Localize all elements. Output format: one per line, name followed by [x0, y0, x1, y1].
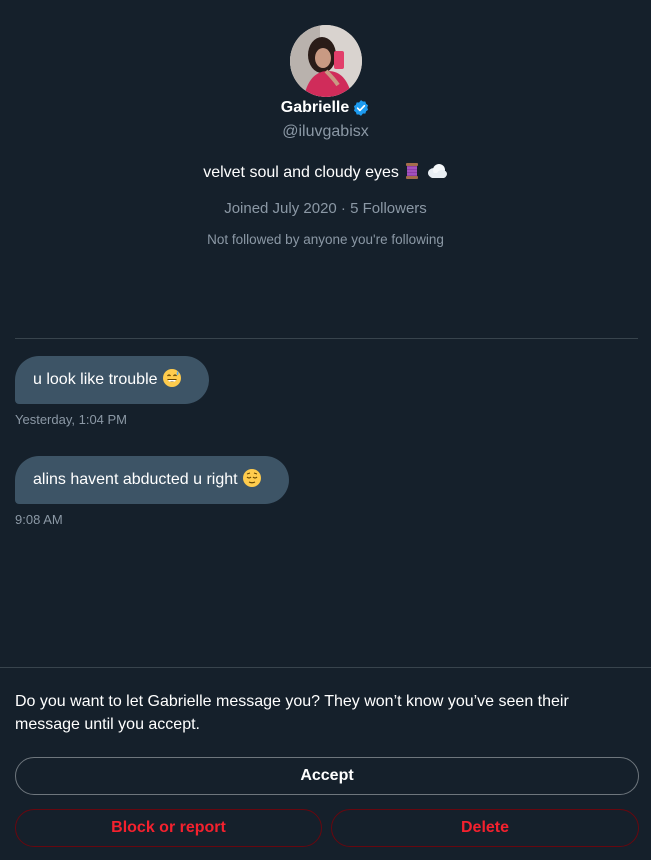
message-request-prompt: Do you want to let Gabrielle message you… [15, 693, 569, 733]
divider [0, 667, 651, 668]
message-text: u look like trouble [33, 371, 158, 388]
message-text: alins havent abducted u right [33, 471, 238, 488]
dm-request-page: Gabrielle @iluvgabisx velvet soul and cl… [0, 0, 651, 860]
avatar-photo [290, 25, 362, 97]
profile-name[interactable]: Gabrielle [281, 99, 349, 117]
thread-spool-emoji-icon [403, 162, 421, 185]
cloud-emoji-icon [426, 162, 448, 185]
profile-handle: @iluvgabisx [282, 123, 369, 140]
joined-followers-info: Joined July 2020 · 5 Followers [224, 200, 427, 217]
profile-bio-text: velvet soul and cloudy eyes [203, 164, 399, 181]
relieved-face-emoji-icon [242, 468, 262, 493]
divider [15, 338, 638, 339]
grinning-sweat-emoji-icon [162, 368, 182, 393]
profile-bio: velvet soul and cloudy eyes [0, 162, 651, 185]
block-or-report-button[interactable]: Block or report [15, 809, 322, 847]
avatar[interactable] [290, 25, 362, 97]
verified-badge-icon [352, 99, 370, 117]
message-timestamp: 9:08 AM [15, 512, 63, 527]
accept-button[interactable]: Accept [15, 757, 639, 795]
followed-by-info: Not followed by anyone you're following [207, 232, 444, 247]
message-timestamp: Yesterday, 1:04 PM [15, 412, 128, 427]
delete-button[interactable]: Delete [331, 809, 639, 847]
message-bubble[interactable]: u look like trouble [15, 356, 209, 404]
message-bubble[interactable]: alins havent abducted u right [15, 456, 289, 504]
name-row: Gabrielle [0, 97, 651, 119]
